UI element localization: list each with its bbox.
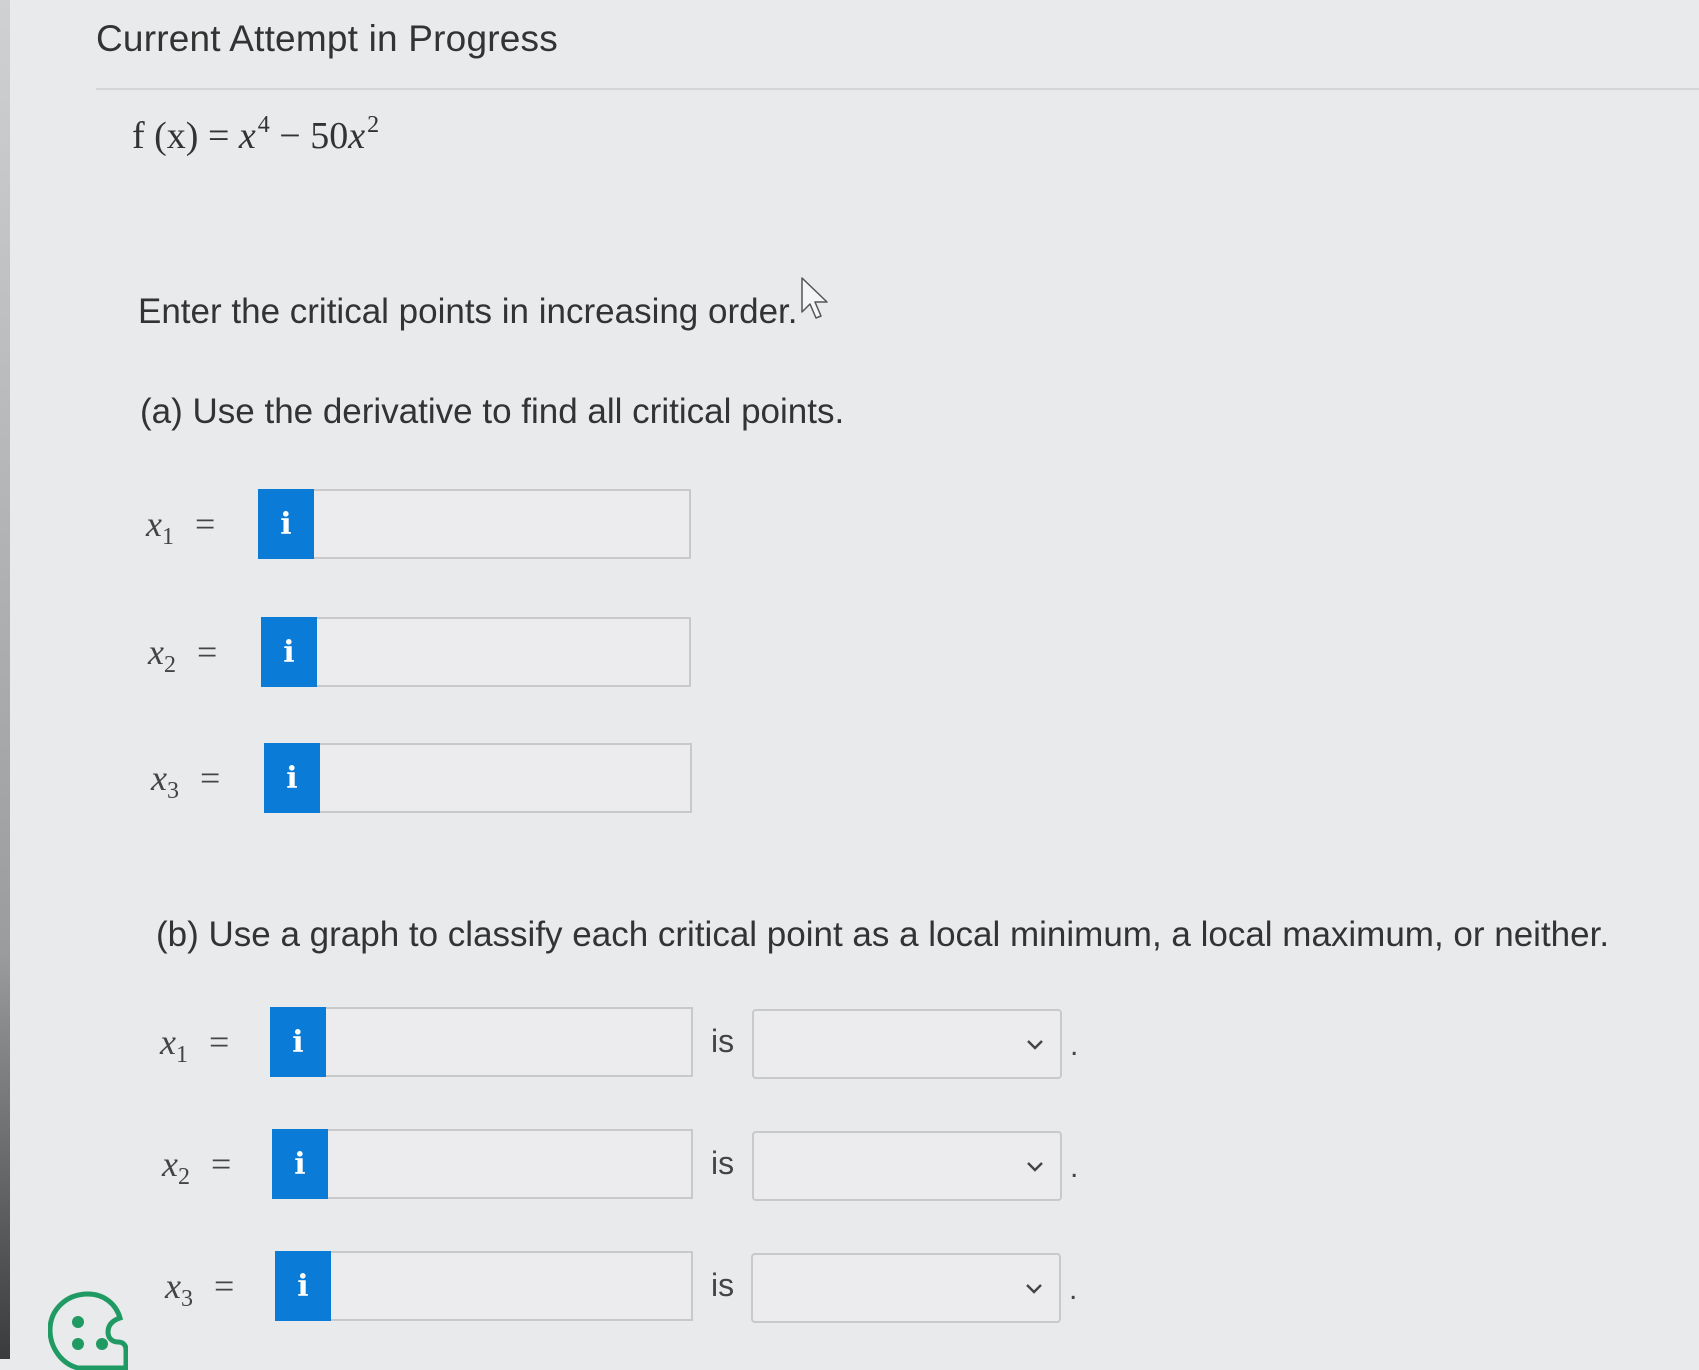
title-divider: [96, 88, 1699, 90]
chevron-down-icon: [1026, 1284, 1042, 1294]
part-a-heading: (a) Use the derivative to find all criti…: [140, 392, 845, 431]
screen-bezel: [0, 0, 10, 1359]
part-b-heading: (b) Use a graph to classify each critica…: [156, 915, 1610, 954]
palette-icon[interactable]: [48, 1290, 128, 1370]
critical-point-3-input[interactable]: [320, 743, 692, 813]
function-exponent-1: 4: [257, 112, 270, 138]
instruction-text: Enter the critical points in increasing …: [138, 292, 798, 331]
mouse-pointer-icon: [801, 277, 828, 319]
part-b-row-3: x3 = i is .: [165, 1251, 1105, 1323]
period: .: [1070, 1029, 1079, 1062]
info-icon[interactable]: i: [264, 743, 320, 813]
info-icon[interactable]: i: [270, 1007, 326, 1077]
classify-point-1-input[interactable]: [326, 1007, 693, 1077]
part-b-row-2: x2 = i is .: [162, 1129, 1102, 1201]
is-label: is: [711, 1267, 735, 1303]
classification-1-select[interactable]: [752, 1009, 1062, 1079]
period: .: [1070, 1151, 1079, 1184]
info-icon[interactable]: i: [275, 1251, 331, 1321]
classify-point-2-input[interactable]: [328, 1129, 693, 1199]
row-label: x3 =: [151, 758, 221, 804]
function-definition: f (x) = x4 − 50x2: [132, 112, 379, 158]
page-title: Current Attempt in Progress: [96, 18, 558, 59]
function-x-2: x: [348, 115, 366, 157]
part-a-row-1: x1 = i: [146, 489, 691, 559]
info-icon[interactable]: i: [258, 489, 314, 559]
part-b-row-1: x1 = i is .: [160, 1007, 1100, 1079]
info-icon[interactable]: i: [261, 617, 317, 687]
row-label: x1 =: [160, 1022, 230, 1068]
chevron-down-icon: [1027, 1040, 1043, 1050]
classify-point-3-input[interactable]: [331, 1251, 693, 1321]
classification-2-select[interactable]: [752, 1131, 1062, 1201]
row-label: x2 =: [162, 1144, 232, 1190]
period: .: [1069, 1273, 1078, 1306]
critical-point-1-input[interactable]: [314, 489, 691, 559]
is-label: is: [711, 1023, 735, 1059]
function-exponent-2: 2: [367, 112, 380, 138]
classification-3-select[interactable]: [751, 1253, 1061, 1323]
chevron-down-icon: [1027, 1162, 1043, 1172]
row-label: x1 =: [146, 504, 216, 550]
row-label: x3 =: [165, 1266, 235, 1312]
function-lhs: f (x) =: [132, 115, 239, 157]
function-x: x: [238, 115, 256, 157]
part-a-row-3: x3 = i: [151, 743, 692, 813]
function-mid: − 50: [269, 115, 349, 157]
is-label: is: [711, 1145, 735, 1181]
part-a-row-2: x2 = i: [148, 617, 691, 687]
info-icon[interactable]: i: [272, 1129, 328, 1199]
row-label: x2 =: [148, 632, 218, 678]
critical-point-2-input[interactable]: [317, 617, 691, 687]
